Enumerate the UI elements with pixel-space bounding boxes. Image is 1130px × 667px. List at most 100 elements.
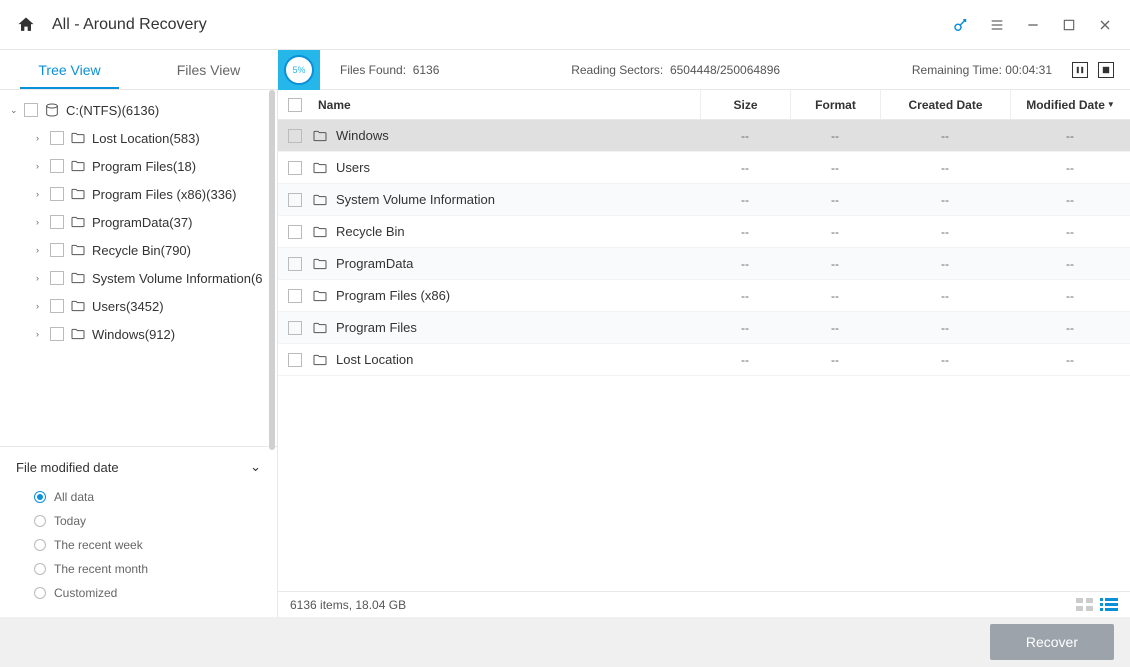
sidebar: ⌄ C:(NTFS)(6136) ›Lost Location(583)›Pro… [0,90,278,617]
table-row[interactable]: System Volume Information-------- [278,184,1130,216]
file-format: -- [790,289,880,303]
checkbox[interactable] [50,131,64,145]
checkbox[interactable] [288,353,302,367]
tab-tree-view[interactable]: Tree View [0,50,139,89]
chevron-down-icon[interactable]: ⌄ [10,105,24,116]
chevron-right-icon[interactable]: › [36,161,50,171]
tree-node-label: ProgramData(37) [92,215,192,230]
filter-option[interactable]: Customized [16,581,261,605]
tree-node[interactable]: › ProgramData(37) [0,208,277,236]
tree-node[interactable]: ›Windows(912) [0,320,277,348]
disk-icon [44,102,60,118]
filter-option[interactable]: All data [16,485,261,509]
tree-node[interactable]: ›Recycle Bin(790) [0,236,277,264]
recover-button[interactable]: Recover [990,624,1114,660]
tree-node[interactable]: ›Program Files(18) [0,152,277,180]
column-created[interactable]: Created Date [880,90,1010,119]
folder-icon [70,326,86,342]
column-name[interactable]: Name [302,90,700,119]
checkbox[interactable] [288,225,302,239]
tree-node-label: Lost Location(583) [92,131,200,146]
radio[interactable] [34,491,46,503]
checkbox[interactable] [24,103,38,117]
home-icon[interactable] [16,15,36,35]
column-header: Name Size Format Created Date Modified D… [278,90,1130,120]
table-row[interactable]: Users-------- [278,152,1130,184]
file-modified: -- [1010,193,1130,207]
checkbox[interactable] [288,289,302,303]
tree-node[interactable]: › Lost Location(583) [0,124,277,152]
grid-view-icon[interactable] [1076,598,1094,612]
table-row[interactable]: Windows-------- [278,120,1130,152]
file-format: -- [790,129,880,143]
reading-sectors: Reading Sectors: 6504448/250064896 [571,63,780,77]
app-title: All - Around Recovery [52,16,952,34]
table-row[interactable]: Lost Location-------- [278,344,1130,376]
folder-icon [312,224,328,240]
key-icon[interactable] [952,16,970,34]
tree-node-label: Program Files (x86)(336) [92,187,237,202]
filter-option[interactable]: The recent week [16,533,261,557]
pause-button[interactable] [1072,62,1088,78]
column-format[interactable]: Format [790,90,880,119]
chevron-right-icon[interactable]: › [36,189,50,199]
table-row[interactable]: Recycle Bin-------- [278,216,1130,248]
menu-icon[interactable] [988,16,1006,34]
chevron-right-icon[interactable]: › [36,329,50,339]
filter-option[interactable]: The recent month [16,557,261,581]
scrollbar[interactable] [269,90,275,446]
table-row[interactable]: ProgramData-------- [278,248,1130,280]
folder-icon [70,186,86,202]
maximize-button[interactable] [1060,16,1078,34]
chevron-right-icon[interactable]: › [36,133,50,143]
tree-node[interactable]: › Program Files (x86)(336) [0,180,277,208]
file-created: -- [880,225,1010,239]
item-summary: 6136 items, 18.04 GB [290,598,406,612]
radio[interactable] [34,563,46,575]
tree-root[interactable]: ⌄ C:(NTFS)(6136) [0,96,277,124]
radio[interactable] [34,539,46,551]
table-row[interactable]: Program Files-------- [278,312,1130,344]
folder-icon [312,256,328,272]
checkbox[interactable] [288,161,302,175]
checkbox[interactable] [50,243,64,257]
chevron-right-icon[interactable]: › [36,273,50,283]
filter-option[interactable]: Today [16,509,261,533]
filter-header[interactable]: File modified date ⌄ [16,459,261,475]
close-button[interactable] [1096,16,1114,34]
column-modified[interactable]: Modified Date▼ [1010,90,1130,119]
file-size: -- [700,257,790,271]
folder-icon [312,320,328,336]
checkbox[interactable] [50,327,64,341]
tree: ⌄ C:(NTFS)(6136) ›Lost Location(583)›Pro… [0,90,277,446]
minimize-button[interactable] [1024,16,1042,34]
checkbox[interactable] [50,271,64,285]
radio[interactable] [34,587,46,599]
file-size: -- [700,289,790,303]
file-name: Recycle Bin [336,224,700,239]
table-row[interactable]: Program Files (x86)-------- [278,280,1130,312]
checkbox[interactable] [288,257,302,271]
file-size: -- [700,129,790,143]
checkbox[interactable] [50,299,64,313]
checkbox[interactable] [288,193,302,207]
checkbox[interactable] [288,129,302,143]
tree-node[interactable]: ›Users(3452) [0,292,277,320]
chevron-right-icon[interactable]: › [36,217,50,227]
tree-node[interactable]: ›System Volume Information(6 [0,264,277,292]
select-all-checkbox[interactable] [288,98,302,112]
folder-icon [70,130,86,146]
checkbox[interactable] [50,215,64,229]
tab-files-view[interactable]: Files View [139,50,278,89]
checkbox[interactable] [50,159,64,173]
file-name: Windows [336,128,700,143]
chevron-right-icon[interactable]: › [36,245,50,255]
chevron-right-icon[interactable]: › [36,301,50,311]
chevron-down-icon: ⌄ [250,459,261,475]
list-view-icon[interactable] [1100,598,1118,612]
stop-button[interactable] [1098,62,1114,78]
column-size[interactable]: Size [700,90,790,119]
checkbox[interactable] [50,187,64,201]
radio[interactable] [34,515,46,527]
checkbox[interactable] [288,321,302,335]
